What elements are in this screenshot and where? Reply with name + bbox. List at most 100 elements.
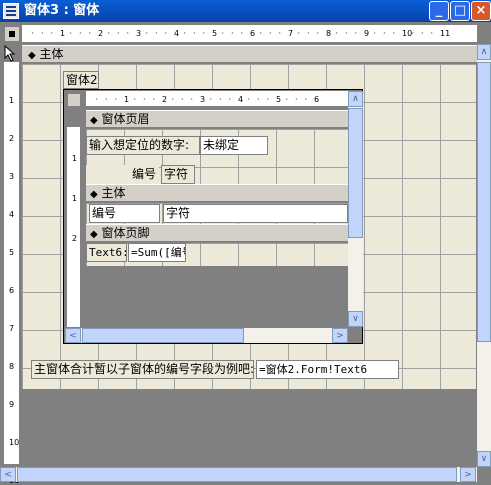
ruler-tick-label: 1 [124,95,130,104]
subform-horizontal-ruler: 1 · · · 2 · · · 3 · · · 4 · · · 5 · · · 6 · · · [86,91,348,107]
total-textbox[interactable]: =窗体2.Form!Text6 [256,360,399,379]
ruler-tick-mark: · [143,95,146,104]
subform-vertical-thumb[interactable] [348,108,363,238]
ruler-tick-label: 1 [60,29,66,38]
scroll-down-button[interactable]: ∨ [477,451,491,467]
ruler-tick-label: 5 [212,29,218,38]
ruler-tick-mark: · [392,29,396,38]
form-selector-mark [9,31,15,37]
ruler-tick-label: 6 [314,95,320,104]
section-main-header[interactable]: ◆ 主体 [22,45,477,63]
ruler-tick-mark: · [95,95,99,104]
ruler-tick-label: 3 [200,95,206,104]
ruler-tick-label: 2 [162,95,168,104]
ruler-tick-mark: · [79,29,82,38]
subform-scroll-right-button[interactable]: > [332,328,348,343]
form-selector[interactable] [4,26,20,42]
subform-header-label: 窗体页眉 [101,112,150,126]
ruler-tick-label: 1 [72,194,78,203]
scroll-left-button[interactable]: < [0,467,16,482]
ruler-tick-label: 9 [364,29,370,38]
ruler-tick-mark: · [247,95,251,104]
subform-selector[interactable] [67,93,81,107]
subform-horizontal-thumb[interactable] [82,328,244,343]
field-number-textbox[interactable]: 编号 [89,204,160,223]
total-label[interactable]: 主窗体合计暂以子窗体的编号字段为例吧: [31,360,254,379]
ruler-tick-mark: · [259,29,263,38]
subform-control[interactable]: 1 · · · 2 · · · 3 · · · 4 · · · 5 · · · 6 · · · 112 ◆ 窗体页眉 输入想定… [63,89,363,344]
ruler-tick-mark: · [297,29,301,38]
subform-vertical-ruler: 1 1 2 [67,127,81,327]
section-arrow-icon: ◆ [90,229,98,240]
ruler-tick-mark: · [126,29,130,38]
text6-label[interactable]: Text6: [86,243,127,262]
ruler-tick-mark: · [155,29,158,38]
ruler-tick-mark: · [88,29,92,38]
ruler-tick-mark: · [316,29,320,38]
ruler-tick-mark: · [105,95,108,104]
ruler-tick-label: 3 [136,29,142,38]
scroll-up-button[interactable]: ∧ [477,44,491,60]
ruler-tick-mark: · [335,29,339,38]
ruler-tick-mark: · [41,29,44,38]
form-window-icon[interactable] [3,3,19,19]
ruler-tick-label: 8 [9,362,15,371]
ruler-tick-mark: · [202,29,206,38]
window-title: 窗体3 : 窗体 [24,3,100,18]
close-button[interactable]: × [471,1,491,21]
ruler-tick-mark: · [421,29,424,38]
ruler-tick-mark: · [345,29,348,38]
ruler-tick-label: 6 [250,29,256,38]
subform-footer-section[interactable]: ◆ 窗体页脚 [86,224,348,242]
ruler-tick-label: 1 [9,96,15,105]
input-unbound-textbox[interactable]: 未绑定 [200,136,268,155]
subform-label[interactable]: 窗体2 [63,71,99,89]
ruler-tick-label: 4 [174,29,180,38]
ruler-tick-mark: · [231,29,234,38]
text6-textbox[interactable]: =Sum([编号 [128,243,186,262]
ruler-tick-mark: · [373,29,377,38]
ruler-tick-mark: · [193,29,196,38]
maximize-button[interactable]: □ [450,1,470,21]
ruler-tick-mark: · [181,95,184,104]
column-header-char[interactable]: 字符 [161,165,195,184]
ruler-tick-mark: · [295,95,298,104]
ruler-tick-mark: · [133,95,137,104]
scroll-right-button[interactable]: > [460,467,476,482]
ruler-tick-label: 7 [288,29,294,38]
ruler-tick-mark: · [221,29,225,38]
ruler-tick-mark: · [209,95,213,104]
ruler-tick-mark: · [411,29,415,38]
ruler-tick-mark: · [183,29,187,38]
subform-scroll-up-button[interactable]: ∧ [348,91,363,107]
section-arrow-icon: ◆ [90,189,98,200]
vertical-scroll-thumb[interactable] [477,62,491,342]
ruler-tick-label: 9 [9,400,15,409]
ruler-tick-mark: · [430,29,434,38]
ruler-tick-mark: · [307,29,310,38]
section-arrow-icon: ◆ [90,115,98,126]
subform-main-section[interactable]: ◆ 主体 [86,184,348,202]
ruler-tick-label: 4 [9,210,15,219]
column-header-number[interactable]: 编号 [86,165,159,184]
field-char-textbox[interactable]: 字符 [163,204,348,223]
minimize-button[interactable]: _ [429,1,449,21]
vertical-ruler: 1234567891011 [4,62,20,485]
ruler-tick-mark: · [117,29,120,38]
ruler-tick-label: 2 [72,234,78,243]
ruler-tick-mark: · [114,95,118,104]
ruler-tick-mark: · [152,95,156,104]
input-label[interactable]: 输入想定位的数字: [86,136,200,155]
ruler-tick-mark: · [145,29,149,38]
ruler-tick-mark: · [354,29,358,38]
ruler-tick-mark: · [304,95,308,104]
ruler-tick-label: 10 [9,438,20,447]
subform-header-section[interactable]: ◆ 窗体页眉 [86,110,348,128]
ruler-tick-label: 5 [9,248,15,257]
subform-scroll-down-button[interactable]: ∨ [348,311,363,327]
subform-scroll-left-button[interactable]: < [65,328,81,343]
horizontal-scroll-thumb[interactable] [17,467,457,482]
ruler-tick-mark: · [69,29,73,38]
ruler-tick-mark: · [171,95,175,104]
subform-main-label: 主体 [101,186,126,200]
